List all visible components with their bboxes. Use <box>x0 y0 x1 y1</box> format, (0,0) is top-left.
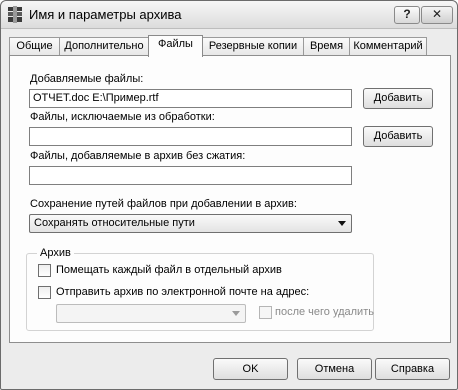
cancel-button[interactable]: Отмена <box>297 358 372 380</box>
tab-time[interactable]: Время <box>303 37 350 56</box>
tab-advanced[interactable]: Дополнительно <box>59 37 149 56</box>
save-paths-selected: Сохранять относительные пути <box>34 217 195 229</box>
save-paths-label: Сохранение путей файлов при добавлении в… <box>30 198 297 210</box>
tab-comment[interactable]: Комментарий <box>349 37 427 56</box>
title-bar[interactable]: Имя и параметры архива ? ✕ <box>1 1 457 29</box>
excluded-files-field[interactable] <box>29 127 352 146</box>
chevron-down-icon <box>232 311 240 316</box>
ok-button[interactable]: OK <box>213 358 288 380</box>
nocompress-files-label: Файлы, добавляемые в архив без сжатия: <box>30 150 246 162</box>
email-address-select[interactable] <box>56 304 246 323</box>
tab-backup[interactable]: Резервные копии <box>202 37 304 56</box>
separate-archive-label[interactable]: Помещать каждый файл в отдельный архив <box>56 264 282 276</box>
tab-general[interactable]: Общие <box>9 37 60 56</box>
added-files-field[interactable]: ОТЧЕТ.doc E:\Пример.rtf <box>29 89 352 108</box>
separate-archive-checkbox[interactable] <box>38 264 51 277</box>
help-button[interactable]: Справка <box>375 358 450 380</box>
close-icon[interactable]: ✕ <box>421 6 453 24</box>
save-paths-select[interactable]: Сохранять относительные пути <box>29 214 352 233</box>
chevron-down-icon <box>338 221 346 226</box>
email-label[interactable]: Отправить архив по электронной почте на … <box>56 286 309 298</box>
window-title: Имя и параметры архива <box>29 7 182 22</box>
added-files-label: Добавляемые файлы: <box>30 73 144 85</box>
tab-files[interactable]: Файлы <box>148 35 203 57</box>
delete-after-checkbox[interactable] <box>259 306 272 319</box>
email-checkbox[interactable] <box>38 286 51 299</box>
help-title-button[interactable]: ? <box>394 6 420 24</box>
archive-options-dialog: Имя и параметры архива ? ✕ Общие Дополни… <box>0 0 458 390</box>
excluded-files-label: Файлы, исключаемые из обработки: <box>30 111 215 123</box>
add-excluded-button[interactable]: Добавить <box>363 126 433 147</box>
delete-after-label[interactable]: после чего удалить <box>275 306 374 318</box>
winrar-archive-icon <box>8 6 22 23</box>
add-files-button[interactable]: Добавить <box>363 88 433 109</box>
nocompress-files-field[interactable] <box>29 166 352 185</box>
tab-strip: Общие Дополнительно Файлы Резервные копи… <box>9 35 451 57</box>
archive-group-title: Архив <box>37 247 74 259</box>
